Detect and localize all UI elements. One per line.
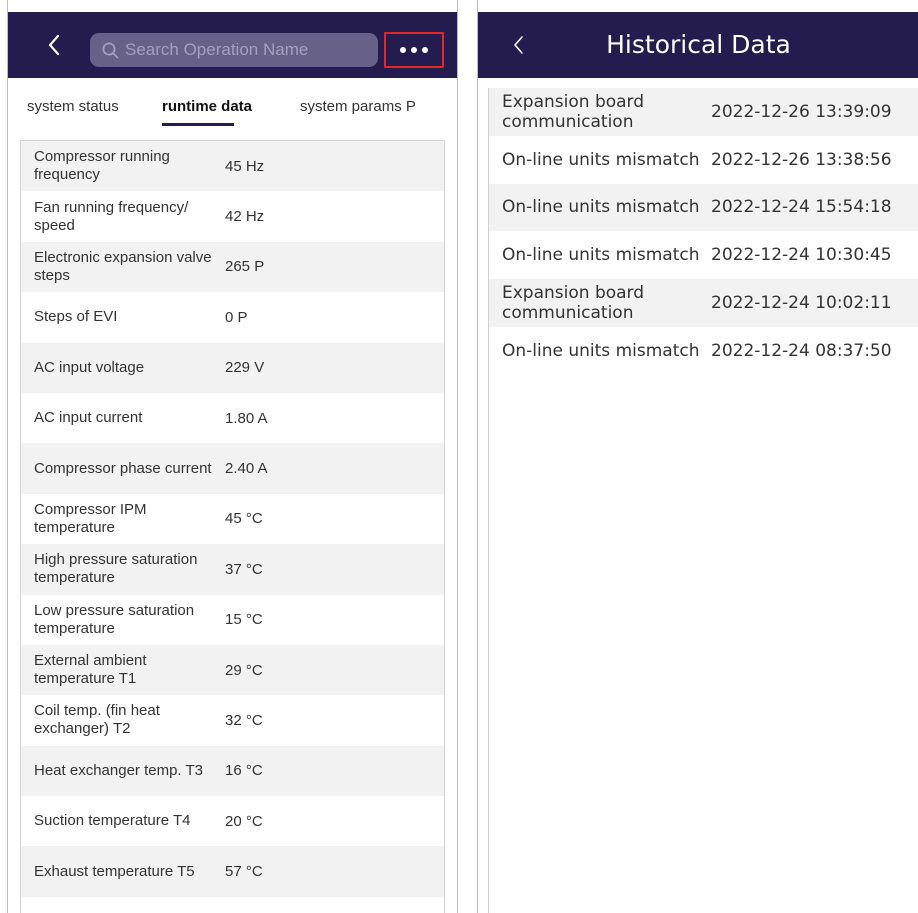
active-tab-indicator — [162, 123, 234, 126]
param-value: 15 °C — [225, 611, 263, 629]
param-label: AC input voltage — [34, 358, 145, 376]
fault-name: On-line units mismatch — [502, 197, 700, 218]
historical-data-screen: Historical Data Expansion board communic… — [477, 0, 918, 913]
fault-name: Expansion board communication — [502, 283, 645, 324]
table-row: Low pressure saturation temperature 15 °C — [21, 594, 444, 645]
page-title: Historical Data — [606, 30, 791, 59]
fault-timestamp: 2022-12-24 15:54:18 — [711, 197, 892, 218]
param-label: Exhaust temperature T5 — [34, 862, 195, 880]
param-label: External ambient temperature T1 — [34, 652, 147, 688]
more-dots-icon — [422, 47, 428, 53]
param-label: Compressor IPM temperature — [34, 500, 147, 536]
back-button[interactable] — [34, 12, 74, 78]
fault-name: Expansion board communication — [502, 91, 645, 132]
fault-timestamp: 2022-12-24 10:30:45 — [711, 245, 892, 266]
history-item: On-line units mismatch 2022-12-26 13:38:5… — [489, 135, 918, 184]
param-label: Compressor running frequency — [34, 148, 170, 184]
history-item: On-line units mismatch 2022-12-24 15:54:1… — [489, 183, 918, 232]
fault-timestamp: 2022-12-26 13:38:56 — [711, 149, 892, 170]
param-value: 37 °C — [225, 560, 263, 578]
more-options-button[interactable] — [384, 32, 444, 68]
param-value: 29 °C — [225, 661, 263, 679]
app-header: Historical Data — [478, 12, 918, 78]
table-row: Suction temperature T4 20 °C — [21, 796, 444, 847]
tab-system-status[interactable]: system status — [27, 78, 119, 130]
table-row: Fan running frequency/ speed 42 Hz — [21, 191, 444, 242]
table-row: AC input current 1.80 A — [21, 392, 444, 444]
runtime-data-screen: system status runtime data system params… — [7, 0, 458, 913]
search-icon — [102, 42, 119, 58]
table-row: AC input voltage 229 V — [21, 342, 444, 393]
table-row: Compressor running frequency 45 Hz — [21, 141, 444, 192]
param-value: 57 °C — [225, 863, 263, 881]
more-dots-icon — [400, 47, 406, 53]
param-value: 45 °C — [225, 510, 263, 528]
fault-name: On-line units mismatch — [502, 340, 700, 361]
param-label: Coil temp. (fin heat exchanger) T2 — [34, 702, 160, 738]
param-value: 1.80 A — [225, 409, 268, 427]
param-label: Suction temperature T4 — [34, 812, 191, 830]
fault-timestamp: 2022-12-26 13:39:09 — [711, 101, 892, 122]
param-label: High pressure saturation temperature — [34, 551, 198, 587]
table-row: Compressor phase current 2.40 A — [21, 443, 444, 494]
param-value: 2.40 A — [225, 460, 268, 478]
table-row: Exhaust temperature T5 57 °C — [21, 846, 444, 897]
param-value: 16 °C — [225, 762, 263, 780]
param-label: Steps of EVI — [34, 308, 118, 326]
table-row: Coil temp. (fin heat exchanger) T2 32 °C — [21, 695, 444, 746]
more-dots-icon — [411, 47, 417, 53]
param-label: Fan running frequency/ speed — [34, 198, 189, 234]
app-header — [8, 12, 457, 78]
search-box[interactable] — [90, 33, 378, 67]
tab-system-params[interactable]: system params P — [300, 78, 416, 130]
fault-timestamp: 2022-12-24 10:02:11 — [711, 293, 892, 314]
fault-timestamp: 2022-12-24 08:37:50 — [711, 340, 892, 361]
table-row: High pressure saturation temperature 37 °… — [21, 544, 444, 595]
param-value: 42 Hz — [225, 208, 265, 226]
fault-name: On-line units mismatch — [502, 245, 700, 266]
table-row: External ambient temperature T1 29 °C — [21, 644, 444, 696]
chevron-left-icon — [48, 34, 60, 56]
param-value: 32 °C — [225, 711, 263, 729]
search-input[interactable] — [125, 40, 378, 60]
param-value: 45 Hz — [225, 157, 265, 175]
param-value: 229 V — [225, 359, 265, 377]
param-value: 20 °C — [225, 812, 263, 830]
param-label: Low pressure saturation temperature — [34, 601, 195, 637]
history-item: Expansion board communication 2022-12-24 … — [489, 279, 918, 327]
history-item: On-line units mismatch 2022-12-24 08:37:5… — [489, 326, 918, 375]
table-row: Heat exchanger temp. T3 16 °C — [21, 745, 444, 797]
table-row: Compressor IPM temperature 45 °C — [21, 493, 444, 545]
tab-bar: system status runtime data system params… — [8, 78, 457, 130]
table-row: Electronic expansion valve steps 265 P — [21, 241, 444, 293]
param-value: 0 P — [225, 308, 248, 326]
runtime-data-list[interactable]: Compressor running frequency 45 Hz Fan run… — [20, 140, 445, 913]
param-label: Compressor phase current — [34, 459, 212, 477]
table-row: Steps of EVI 0 P — [21, 292, 444, 343]
fault-name: On-line units mismatch — [502, 149, 700, 170]
history-item: On-line units mismatch 2022-12-24 10:30:4… — [489, 231, 918, 280]
param-label: Heat exchanger temp. T3 — [34, 761, 203, 779]
param-label: AC input current — [34, 409, 143, 427]
history-item: Expansion board communication 2022-12-26 … — [489, 88, 918, 136]
history-list[interactable]: Expansion board communication 2022-12-26 … — [488, 88, 918, 913]
param-label: Electronic expansion valve steps — [34, 248, 212, 284]
param-value: 265 P — [225, 258, 265, 276]
